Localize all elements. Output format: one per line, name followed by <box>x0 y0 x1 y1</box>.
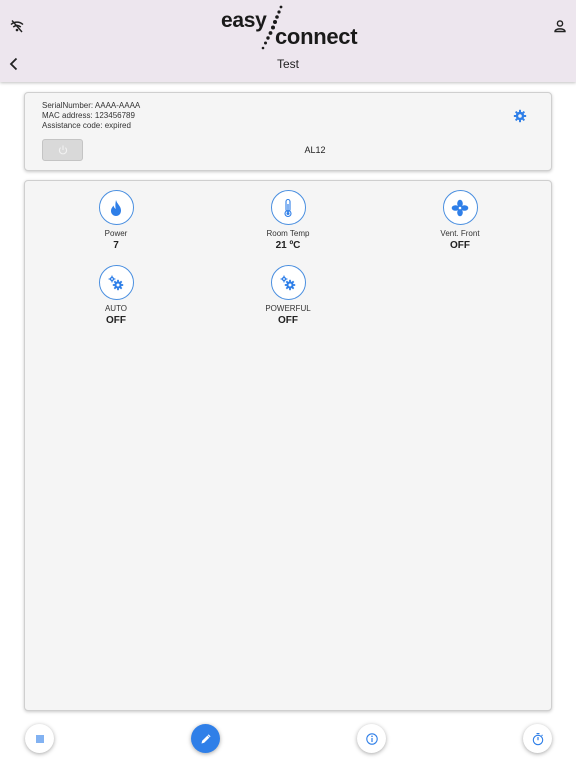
power-button[interactable] <box>42 139 83 161</box>
app-header: easy connect Test <box>0 0 576 82</box>
info-icon <box>365 732 378 745</box>
page-title: Test <box>276 57 299 71</box>
assistance-code: Assistance code: expired <box>42 121 131 130</box>
power-icon <box>58 145 68 155</box>
tile-label: Power <box>104 229 128 238</box>
list-button[interactable] <box>25 724 54 753</box>
flame-icon <box>111 199 121 216</box>
edit-icon <box>201 733 211 743</box>
gears-icon <box>108 275 124 290</box>
tile-label: POWERFUL <box>265 304 311 313</box>
logo-text-connect: connect <box>275 24 358 49</box>
tile-room-temp-button[interactable] <box>270 190 306 225</box>
list-icon <box>35 734 44 743</box>
tile-auto[interactable]: AUTO OFF <box>61 265 171 326</box>
tile-auto-button[interactable] <box>98 265 134 300</box>
gear-icon[interactable] <box>513 109 527 123</box>
gears-icon <box>280 275 296 290</box>
tile-value: OFF <box>450 240 470 251</box>
tile-value: 21 ºC <box>275 240 301 251</box>
user-icon[interactable] <box>552 18 568 34</box>
edit-button[interactable] <box>191 724 220 753</box>
device-model: AL12 <box>304 145 326 155</box>
info-button[interactable] <box>357 724 386 753</box>
serial-number: SerialNumber: AAAA-AAAA <box>42 101 141 110</box>
timer-button[interactable] <box>523 724 552 753</box>
device-info-card: SerialNumber: AAAA-AAAA MAC address: 123… <box>24 92 552 171</box>
tile-powerful[interactable]: POWERFUL OFF <box>233 265 343 326</box>
easyconnect-logo: easy connect <box>220 4 360 52</box>
thermometer-icon <box>284 198 292 217</box>
tile-room-temp[interactable]: Room Temp 21 ºC <box>233 190 343 251</box>
tile-vent-front-button[interactable] <box>442 190 478 225</box>
mac-address: MAC address: 123456789 <box>42 111 135 120</box>
wifi-off-icon[interactable] <box>9 18 25 34</box>
controls-card: Power 7 Room Temp 21 ºC Vent. Front OFF … <box>24 180 552 711</box>
tile-value: 7 <box>113 240 119 251</box>
tile-vent-front[interactable]: Vent. Front OFF <box>405 190 515 251</box>
tile-label: Room Temp <box>266 229 310 238</box>
timer-icon <box>532 732 543 745</box>
tile-power[interactable]: Power 7 <box>61 190 171 251</box>
tile-power-button[interactable] <box>98 190 134 225</box>
tile-value: OFF <box>106 315 126 326</box>
tile-powerful-button[interactable] <box>270 265 306 300</box>
tile-label: Vent. Front <box>440 229 480 238</box>
tile-label: AUTO <box>104 304 128 313</box>
fan-icon <box>451 199 469 216</box>
tile-value: OFF <box>278 315 298 326</box>
